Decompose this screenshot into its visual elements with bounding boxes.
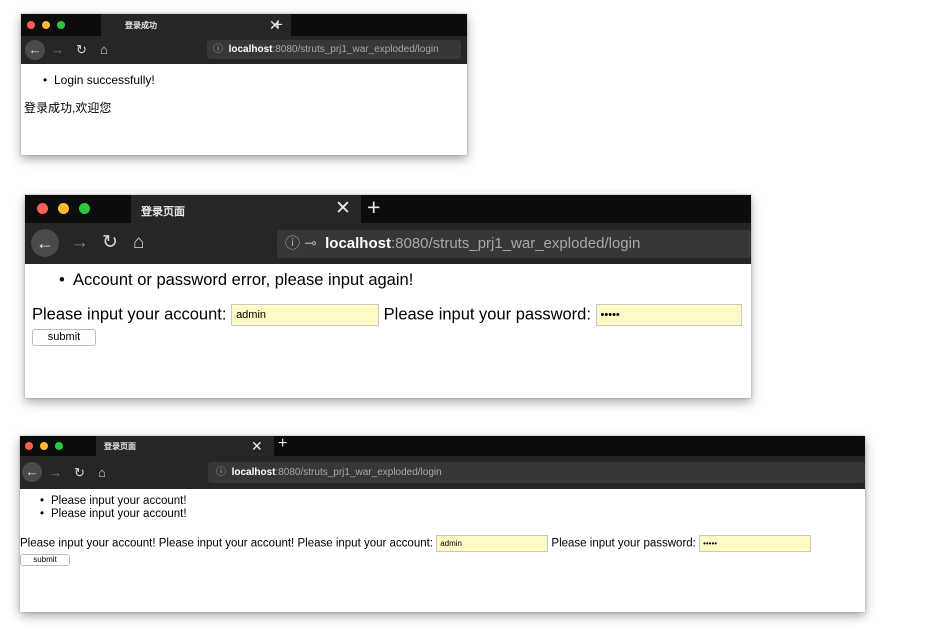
welcome-text: 登录成功,欢迎您 xyxy=(24,101,112,115)
url-host: localhost xyxy=(325,235,391,252)
error-list: Please input your account! Please input … xyxy=(20,495,865,521)
tab-bar: 登录成功 ✕ + xyxy=(21,14,467,36)
password-input[interactable]: ••••• xyxy=(699,535,812,552)
tab-title: 登录页面 xyxy=(141,206,185,218)
forward-arrow-icon[interactable]: → xyxy=(49,466,62,479)
browser-tab[interactable]: 登录成功 ✕ xyxy=(101,14,291,36)
close-icon[interactable]: ✕ xyxy=(251,439,263,453)
url-host: localhost xyxy=(228,44,273,55)
back-arrow-icon[interactable]: ← xyxy=(25,40,45,60)
error-message: Please input your account! xyxy=(20,495,865,508)
error-message: Please input your account! xyxy=(20,508,865,521)
url-path: :8080/struts_prj1_war_exploded/login xyxy=(390,235,641,252)
address-bar[interactable]: ⓘ localhost:8080/struts_prj1_war_explode… xyxy=(207,40,461,59)
url-path: :8080/struts_prj1_war_exploded/login xyxy=(272,44,439,55)
browser-window-login-success: 登录成功 ✕ + ← → ↻ ⌂ ⓘ localhost:8080/struts… xyxy=(21,14,467,155)
back-arrow-icon[interactable]: ← xyxy=(31,229,59,257)
page-content: Account or password error, please input … xyxy=(25,264,751,346)
submit-button[interactable]: submit xyxy=(20,554,70,566)
minimize-window-button[interactable] xyxy=(58,203,69,214)
page-content: Login successfully! 登录成功,欢迎您 xyxy=(21,64,467,116)
login-form: Please input your account! Please input … xyxy=(20,535,865,566)
info-icon[interactable]: ⓘ xyxy=(213,44,223,55)
message-list: Login successfully! xyxy=(21,73,467,87)
url-host: localhost xyxy=(231,467,276,478)
close-icon[interactable]: ✕ xyxy=(335,199,351,218)
navigation-toolbar: ← → ↻ ⌂ ⓘ ⊸ localhost:8080/struts_prj1_w… xyxy=(25,223,751,264)
info-icon[interactable]: ⓘ xyxy=(216,467,226,478)
password-label: Please input your password: xyxy=(383,305,591,324)
url-path: :8080/struts_prj1_war_exploded/login xyxy=(275,467,442,478)
tab-bar: 登录页面 ✕ + xyxy=(20,436,865,456)
forward-arrow-icon[interactable]: → xyxy=(70,233,89,252)
home-icon[interactable]: ⌂ xyxy=(98,466,106,479)
browser-window-login-error: 登录页面 ✕ + ← → ↻ ⌂ ⓘ ⊸ localhost:8080/stru… xyxy=(25,195,751,398)
reload-icon[interactable]: ↻ xyxy=(76,43,87,56)
account-input[interactable]: admin xyxy=(231,304,380,326)
error-list: Account or password error, please input … xyxy=(25,271,751,290)
zoom-window-button[interactable] xyxy=(55,442,63,450)
minimize-window-button[interactable] xyxy=(42,21,50,29)
tab-title: 登录成功 xyxy=(125,21,157,30)
browser-tab[interactable]: 登录页面 ✕ xyxy=(131,195,361,223)
account-label: Please input your account: xyxy=(32,305,227,324)
plus-icon[interactable]: + xyxy=(273,16,283,33)
navigation-toolbar: ← → ↻ ⌂ ⓘ localhost:8080/struts_prj1_war… xyxy=(21,36,467,64)
info-icon[interactable]: ⓘ xyxy=(285,235,300,252)
reload-icon[interactable]: ↻ xyxy=(102,233,118,252)
field-error-text: Please input your account! Please input … xyxy=(20,537,295,550)
password-input[interactable]: ••••• xyxy=(595,304,742,326)
close-window-button[interactable] xyxy=(27,21,35,29)
reload-icon[interactable]: ↻ xyxy=(74,466,85,479)
zoom-window-button[interactable] xyxy=(57,21,65,29)
page-content: Please input your account! Please input … xyxy=(20,489,865,566)
tab-bar: 登录页面 ✕ + xyxy=(25,195,751,223)
account-input[interactable]: admin xyxy=(436,535,549,552)
account-label: Please input your account: xyxy=(297,537,433,550)
tab-title: 登录页面 xyxy=(104,442,136,451)
plus-icon[interactable]: + xyxy=(367,196,380,219)
submit-button[interactable]: submit xyxy=(32,329,96,346)
login-form: Please input your account: admin Please … xyxy=(32,304,751,346)
error-message: Account or password error, please input … xyxy=(25,271,751,290)
close-window-button[interactable] xyxy=(37,203,48,214)
address-bar[interactable]: ⓘ ⊸ localhost:8080/struts_prj1_war_explo… xyxy=(277,230,751,258)
zoom-window-button[interactable] xyxy=(79,203,90,214)
home-icon[interactable]: ⌂ xyxy=(133,233,144,252)
close-window-button[interactable] xyxy=(25,442,33,450)
plus-icon[interactable]: + xyxy=(278,436,287,452)
minimize-window-button[interactable] xyxy=(40,442,48,450)
browser-window-validation-error: 登录页面 ✕ + ← → ↻ ⌂ ⓘ localhost:8080/struts… xyxy=(20,436,865,612)
browser-tab[interactable]: 登录页面 ✕ xyxy=(96,436,274,456)
home-icon[interactable]: ⌂ xyxy=(100,43,108,56)
list-item: Login successfully! xyxy=(21,73,467,87)
forward-arrow-icon[interactable]: → xyxy=(51,43,64,56)
key-icon[interactable]: ⊸ xyxy=(304,235,317,252)
navigation-toolbar: ← → ↻ ⌂ ⓘ localhost:8080/struts_prj1_war… xyxy=(20,456,865,489)
address-bar[interactable]: ⓘ localhost:8080/struts_prj1_war_explode… xyxy=(208,462,865,483)
back-arrow-icon[interactable]: ← xyxy=(22,462,42,482)
password-label: Please input your password: xyxy=(551,537,696,550)
